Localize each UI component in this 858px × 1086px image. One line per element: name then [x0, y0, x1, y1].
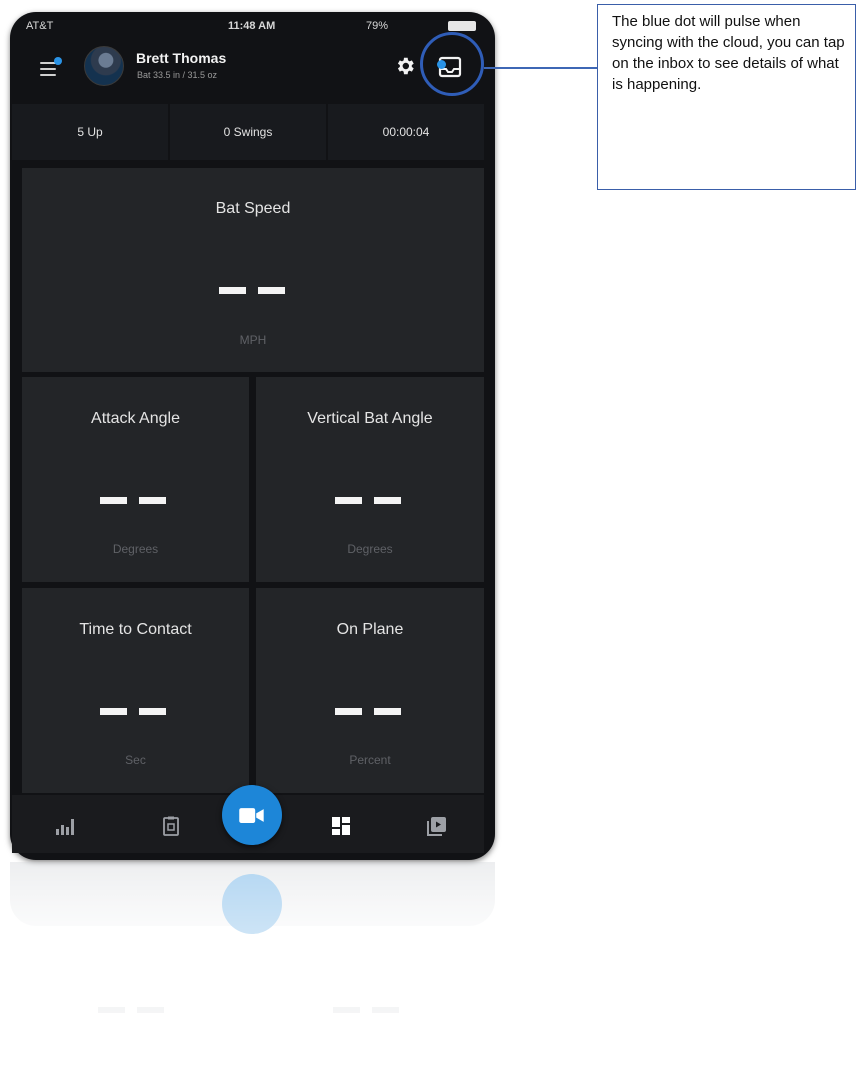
placeholder-dash	[219, 287, 246, 294]
device-reflection	[10, 862, 495, 1086]
metric-unit: MPH	[239, 333, 267, 347]
placeholder-dash	[100, 497, 127, 504]
avatar[interactable]	[84, 46, 124, 86]
stat-up-label: 5 Up	[77, 125, 103, 139]
placeholder-dash	[374, 708, 401, 715]
stat-swings-label: 0 Swings	[223, 125, 273, 139]
metric-unit: Degrees	[112, 542, 159, 556]
stat-timer: 00:00:04	[328, 104, 484, 160]
gear-icon[interactable]	[394, 55, 416, 77]
video-library-icon[interactable]	[426, 815, 448, 837]
battery-icon	[448, 21, 476, 31]
stats-icon[interactable]	[54, 815, 76, 837]
session-stats: 5 Up 0 Swings 00:00:04	[12, 104, 484, 160]
placeholder-dash	[335, 497, 362, 504]
metric-title: Bat Speed	[215, 200, 291, 217]
stat-up: 5 Up	[12, 104, 168, 160]
metric-bat-speed[interactable]: Bat Speed MPH	[22, 168, 484, 372]
metric-unit: Percent	[349, 753, 391, 767]
user-name[interactable]: Brett Thomas	[136, 50, 226, 66]
dashboard-grid-icon[interactable]	[330, 815, 352, 837]
notification-dot	[54, 57, 62, 65]
stat-swings: 0 Swings	[170, 104, 326, 160]
reflection-fade	[10, 862, 495, 1086]
metric-unit: Sec	[125, 753, 146, 767]
status-bar: AT&T 11:48 AM 79%	[10, 12, 495, 38]
clipboard-icon[interactable]	[160, 815, 182, 837]
metric-vertical-bat-angle[interactable]: Vertical Bat Angle Degrees	[256, 377, 484, 582]
metric-unit: Degrees	[347, 542, 393, 556]
carrier-label: AT&T	[26, 20, 54, 32]
placeholder-dash	[335, 708, 362, 715]
placeholder-dash	[374, 497, 401, 504]
metric-title: Attack Angle	[91, 410, 180, 427]
battery-percent: 79%	[366, 20, 389, 32]
metric-on-plane[interactable]: On Plane Percent	[256, 588, 484, 793]
placeholder-dash	[258, 287, 285, 294]
video-camera-icon	[239, 808, 264, 823]
metric-title: Time to Contact	[79, 621, 192, 638]
callout-connector	[484, 67, 597, 69]
metric-time-to-contact[interactable]: Time to Contact Sec	[22, 588, 249, 793]
stat-timer-label: 00:00:04	[382, 125, 430, 139]
callout-annotation: The blue dot will pulse when syncing wit…	[597, 4, 856, 190]
bat-info: Bat 33.5 in / 31.5 oz	[137, 70, 218, 80]
callout-text: The blue dot will pulse when syncing wit…	[612, 13, 845, 93]
record-video-button[interactable]	[222, 785, 282, 845]
placeholder-dash	[100, 708, 127, 715]
metric-title: On Plane	[336, 621, 404, 638]
callout-highlight-ring	[420, 32, 484, 96]
placeholder-dash	[139, 708, 166, 715]
placeholder-dash	[139, 497, 166, 504]
clock: 11:48 AM	[228, 20, 276, 32]
metric-title: Vertical Bat Angle	[307, 410, 433, 427]
metric-attack-angle[interactable]: Attack Angle Degrees	[22, 377, 249, 582]
